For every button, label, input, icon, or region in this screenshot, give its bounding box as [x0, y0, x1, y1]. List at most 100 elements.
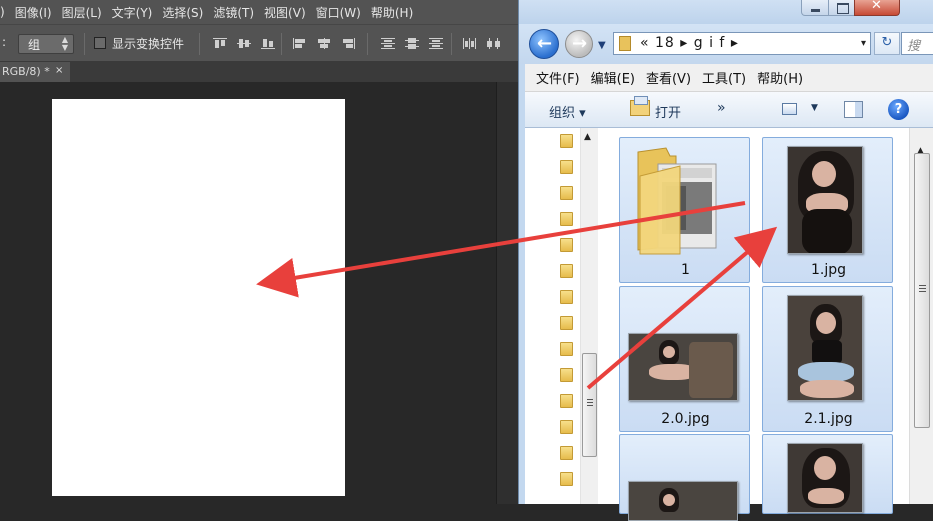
- ps-menu-image[interactable]: 图像(I): [15, 4, 52, 21]
- explorer-titlebar: ✕: [519, 0, 933, 24]
- nav-folder-icon[interactable]: [560, 394, 573, 408]
- auto-select-dropdown[interactable]: 组 ▲ ▼: [18, 34, 74, 54]
- nav-folder-icon[interactable]: [560, 238, 573, 252]
- distribute-left-icon[interactable]: [463, 38, 477, 49]
- menu-file[interactable]: 文件(F): [536, 68, 580, 87]
- grip-icon: [587, 399, 593, 406]
- file-name: 2.0.jpg: [661, 411, 710, 427]
- ps-menu-partial[interactable]: ): [0, 5, 5, 19]
- nav-folder-icon[interactable]: [560, 342, 573, 356]
- ps-menu-type[interactable]: 文字(Y): [112, 4, 153, 21]
- view-dropdown-icon[interactable]: ▼: [811, 103, 818, 113]
- ps-menu-help[interactable]: 帮助(H): [371, 4, 413, 21]
- forward-button[interactable]: →: [565, 30, 593, 58]
- align-vcenter-icon[interactable]: [237, 38, 251, 49]
- nav-folder-icon[interactable]: [560, 186, 573, 200]
- ps-panel-strip: [496, 82, 518, 504]
- show-transform-label: 显示变换控件: [112, 37, 185, 51]
- file-item-folder[interactable]: 1: [619, 137, 750, 283]
- refresh-icon: ↻: [881, 35, 893, 50]
- image-thumbnail: [628, 481, 738, 521]
- file-item-image[interactable]: [619, 434, 750, 521]
- nav-folder-icon[interactable]: [560, 212, 573, 226]
- ps-menu-select[interactable]: 选择(S): [162, 4, 203, 21]
- file-list-scrollbar[interactable]: ▲: [909, 128, 933, 504]
- nav-scrollbar-thumb[interactable]: [582, 353, 597, 457]
- refresh-button[interactable]: ↻: [874, 32, 900, 55]
- nav-scrollbar[interactable]: ▲: [580, 128, 598, 504]
- address-input[interactable]: « 18 ▸ g i f ▸ ▾: [613, 32, 871, 55]
- ps-menu-view[interactable]: 视图(V): [264, 4, 306, 21]
- align-hcenter-icon[interactable]: [317, 38, 331, 49]
- maximize-button[interactable]: [828, 0, 855, 16]
- menu-help[interactable]: 帮助(H): [757, 68, 803, 87]
- ps-tab-title: RGB/8) *: [2, 65, 50, 78]
- file-list-scrollbar-thumb[interactable]: [914, 153, 930, 428]
- file-item-image[interactable]: 2.0.jpg: [619, 286, 750, 432]
- distribute-vcenter-icon[interactable]: [405, 38, 419, 49]
- open-button[interactable]: 打开: [655, 102, 681, 121]
- nav-folder-icon[interactable]: [560, 472, 573, 486]
- preview-pane-icon[interactable]: [844, 101, 863, 118]
- photoshop-window: ) 图像(I) 图层(L) 文字(Y) 选择(S) 滤镜(T) 视图(V) 窗口…: [0, 0, 518, 504]
- back-button[interactable]: ←: [529, 29, 559, 59]
- nav-folder-icon[interactable]: [560, 368, 573, 382]
- file-name: 1.jpg: [810, 262, 847, 278]
- close-button[interactable]: ✕: [854, 0, 900, 16]
- scroll-up-icon[interactable]: ▲: [584, 132, 591, 142]
- ps-menu-window[interactable]: 窗口(W): [316, 4, 361, 21]
- help-icon[interactable]: ?: [888, 99, 909, 120]
- image-thumbnail: [787, 295, 863, 401]
- explorer-address-bar: ← → ▼ « 18 ▸ g i f ▸ ▾ ↻ 搜: [519, 24, 933, 64]
- menu-view[interactable]: 查看(V): [646, 68, 691, 87]
- image-thumbnail: [787, 146, 863, 254]
- nav-folder-icon[interactable]: [560, 446, 573, 460]
- search-input[interactable]: 搜: [901, 32, 933, 55]
- open-icon[interactable]: [630, 96, 650, 116]
- minimize-button[interactable]: [801, 0, 829, 16]
- navigation-pane: ▲: [525, 128, 600, 504]
- close-icon: ✕: [871, 0, 882, 13]
- change-view-icon[interactable]: [782, 103, 797, 115]
- explorer-menubar: 文件(F) 编辑(E) 查看(V) 工具(T) 帮助(H): [525, 64, 933, 92]
- ps-menu-layer[interactable]: 图层(L): [62, 4, 102, 21]
- distribute-bottom-icon[interactable]: [429, 38, 443, 49]
- auto-select-value: 组: [28, 38, 41, 52]
- nav-folder-icon[interactable]: [560, 420, 573, 434]
- separator: [84, 33, 85, 55]
- ps-document-canvas[interactable]: [52, 99, 345, 496]
- image-thumbnail: [787, 443, 863, 513]
- align-left-icon[interactable]: [293, 38, 307, 49]
- file-item-image[interactable]: 2.1.jpg: [762, 286, 893, 432]
- address-dropdown-icon[interactable]: ▾: [861, 38, 866, 49]
- ps-workspace[interactable]: [0, 82, 496, 504]
- nav-folder-icon[interactable]: [560, 160, 573, 174]
- arrow-right-icon: →: [572, 33, 588, 54]
- menu-tools[interactable]: 工具(T): [702, 68, 746, 87]
- ps-options-bar: : 组 ▲ ▼ 显示变换控件: [0, 24, 518, 62]
- search-placeholder: 搜: [907, 39, 921, 54]
- recent-pages-dropdown-icon[interactable]: ▼: [598, 40, 606, 51]
- file-item-image[interactable]: 1.jpg: [762, 137, 893, 283]
- nav-folder-icon[interactable]: [560, 264, 573, 278]
- menu-edit[interactable]: 编辑(E): [591, 68, 635, 87]
- align-bottom-icon[interactable]: [261, 38, 275, 49]
- close-icon[interactable]: ×: [55, 65, 63, 76]
- file-name: 1: [681, 262, 690, 278]
- ps-menu-filter[interactable]: 滤镜(T): [213, 4, 254, 21]
- more-commands-button[interactable]: »: [717, 100, 726, 116]
- file-item-image[interactable]: [762, 434, 893, 514]
- separator: [199, 33, 200, 55]
- distribute-top-icon[interactable]: [381, 38, 395, 49]
- align-top-icon[interactable]: [213, 38, 227, 49]
- address-path[interactable]: « 18 ▸ g i f ▸: [640, 35, 739, 51]
- nav-folder-icon[interactable]: [560, 134, 573, 148]
- distribute-hcenter-icon[interactable]: [487, 38, 501, 49]
- organize-button[interactable]: 组织 ▾: [549, 102, 586, 121]
- ps-document-tab[interactable]: RGB/8) * ×: [0, 62, 70, 82]
- align-right-icon[interactable]: [341, 38, 355, 49]
- show-transform-checkbox[interactable]: [94, 37, 106, 49]
- nav-folder-icon[interactable]: [560, 290, 573, 304]
- nav-folder-icon[interactable]: [560, 316, 573, 330]
- stepper-arrows-icon: ▲ ▼: [61, 35, 68, 52]
